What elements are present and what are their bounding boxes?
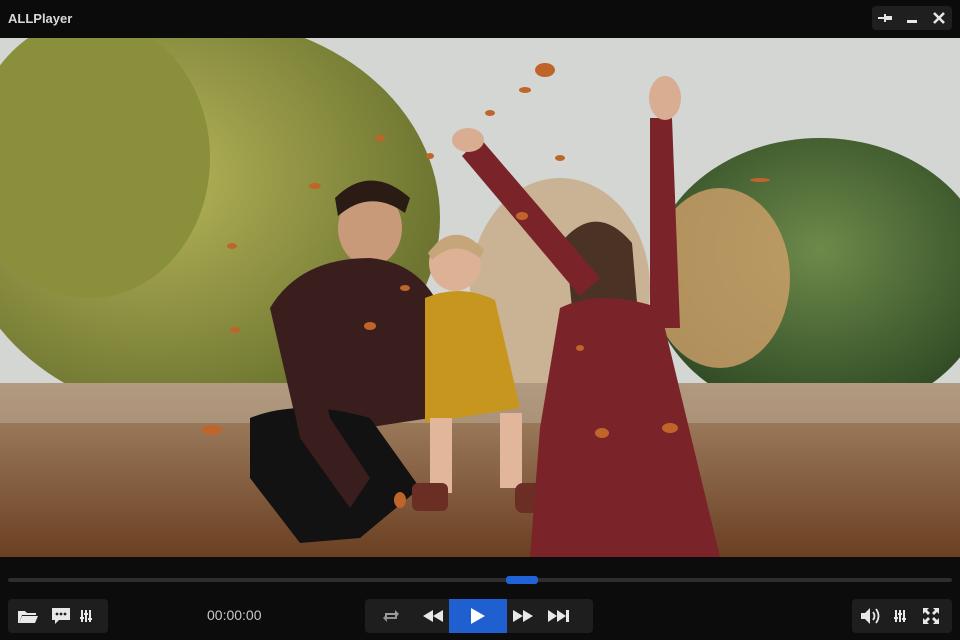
window-controls [872, 6, 952, 30]
repeat-icon [383, 610, 399, 622]
subtitles-icon [52, 608, 70, 624]
equalizer-icon [80, 610, 92, 622]
open-folder-icon [18, 611, 38, 623]
seek-bar[interactable] [8, 576, 952, 584]
subtitle-settings-button[interactable] [74, 599, 98, 633]
fast-forward-icon [513, 610, 533, 622]
repeat-button[interactable] [365, 599, 417, 633]
volume-icon [861, 608, 880, 624]
minimize-icon [906, 20, 917, 23]
subtitles-button[interactable] [48, 599, 74, 633]
pin-button[interactable] [874, 8, 896, 28]
title-bar: ALLPlayer [0, 0, 960, 38]
audio-settings-icon [894, 610, 906, 622]
close-button[interactable] [928, 8, 950, 28]
fullscreen-button[interactable] [910, 599, 952, 633]
minimize-button[interactable] [901, 8, 923, 28]
seek-thumb[interactable] [506, 576, 539, 584]
pin-icon [878, 14, 893, 22]
fullscreen-icon [923, 608, 939, 624]
right-controls [852, 599, 952, 633]
video-display[interactable] [0, 38, 960, 557]
close-icon [932, 12, 945, 24]
play-icon [471, 608, 485, 624]
playback-controls [365, 599, 593, 633]
control-bar: 00:00:00 [0, 557, 960, 640]
audio-settings-button[interactable] [890, 599, 910, 633]
rewind-icon [423, 610, 443, 622]
play-button[interactable] [449, 599, 507, 633]
skip-next-icon [548, 610, 569, 622]
next-button[interactable] [539, 599, 579, 633]
video-frame [0, 38, 960, 557]
rewind-button[interactable] [417, 599, 449, 633]
left-controls [8, 599, 108, 633]
open-file-button[interactable] [8, 599, 48, 633]
app-title: ALLPlayer [8, 11, 73, 26]
fast-forward-button[interactable] [507, 599, 539, 633]
volume-button[interactable] [852, 599, 890, 633]
current-time: 00:00:00 [207, 607, 262, 623]
